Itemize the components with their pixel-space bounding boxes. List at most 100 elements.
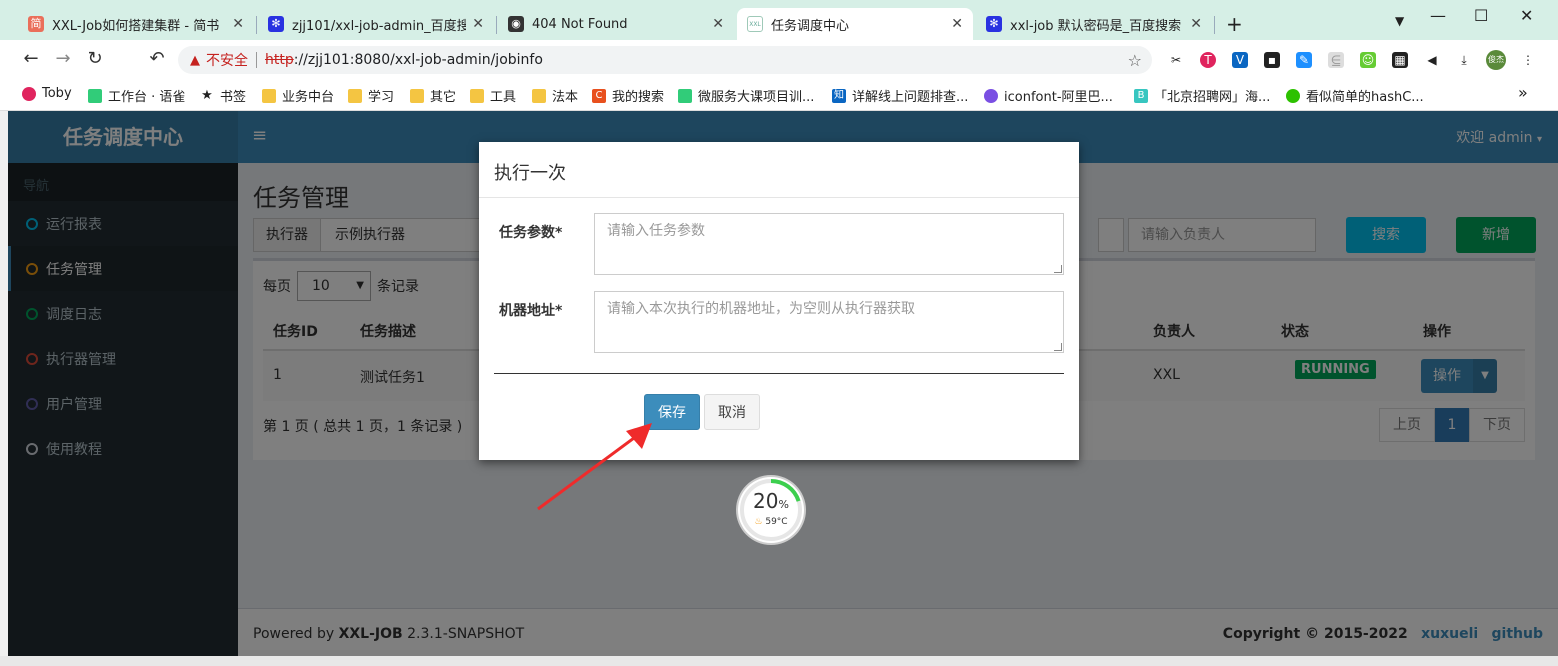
cpu-usage-widget[interactable]: 20% ♨ 59°C xyxy=(738,477,804,543)
bookmark-folder[interactable]: 法本 xyxy=(532,86,578,105)
browser-tab[interactable]: 简 XXL-Job如何搭建集群 - 简书 ✕ xyxy=(18,8,254,40)
bookmarks-more-button[interactable]: » xyxy=(1518,83,1528,102)
bookmark-label: 看似简单的hashC... xyxy=(1306,90,1424,105)
bookmark-label: iconfont-阿里巴... xyxy=(1004,90,1113,105)
extension-frog-icon[interactable]: ☺ xyxy=(1360,52,1376,68)
undo-icon[interactable]: ↶ xyxy=(146,48,168,70)
browser-tab[interactable]: ✻ xxl-job 默认密码是_百度搜索 ✕ xyxy=(976,8,1212,40)
extension-red-icon[interactable]: T xyxy=(1200,52,1216,68)
modal-title: 执行一次 xyxy=(494,163,566,184)
bookmark-item[interactable]: C 我的搜索 xyxy=(592,86,664,105)
download-icon[interactable]: ⤓ xyxy=(1456,52,1472,68)
gauge-percent: 20% xyxy=(738,489,804,513)
c-logo-icon: C xyxy=(592,88,606,103)
star-icon: ★ xyxy=(201,87,213,103)
bookmark-item[interactable]: Toby xyxy=(22,86,72,101)
task-param-textarea[interactable]: 请输入任务参数 xyxy=(594,213,1064,275)
bookmark-label: 微服务大课项目训... xyxy=(698,90,815,105)
tab-label: XXL-Job如何搭建集群 - 简书 xyxy=(52,18,220,34)
scissors-icon[interactable]: ✂ xyxy=(1168,52,1184,68)
close-tab-icon[interactable]: ✕ xyxy=(472,16,484,32)
cancel-button[interactable]: 取消 xyxy=(704,394,760,430)
browser-tab[interactable]: ◉ 404 Not Found ✕ xyxy=(498,8,734,40)
browser-menu-icon[interactable]: ⋮ xyxy=(1520,52,1536,68)
close-tab-icon[interactable]: ✕ xyxy=(1190,16,1202,32)
bookmark-label: 其它 xyxy=(430,90,457,105)
address-bar[interactable]: ▲ 不安全 http ://zjj101:8080/xxl-job-admin/… xyxy=(178,46,1152,74)
extension-dark-icon[interactable]: ▪ xyxy=(1264,52,1280,68)
close-tab-icon[interactable]: ✕ xyxy=(951,16,963,32)
bookmark-item[interactable]: 工作台 · 语雀 xyxy=(88,86,185,105)
extension-blue-icon[interactable]: ✎ xyxy=(1296,52,1312,68)
reload-icon[interactable]: ↻ xyxy=(84,48,106,70)
bookmark-folder[interactable]: 业务中台 xyxy=(262,86,334,105)
zhihu-icon: 知 xyxy=(832,88,846,103)
modal-divider xyxy=(494,373,1064,374)
extension-gray-icon[interactable]: ⋸ xyxy=(1328,52,1344,68)
maximize-button[interactable]: ☐ xyxy=(1474,6,1488,25)
bookmark-item[interactable]: 看似简单的hashC... xyxy=(1286,86,1424,105)
bookmark-label: 我的搜索 xyxy=(612,90,665,105)
bookmark-item[interactable]: iconfont-阿里巴... xyxy=(984,86,1113,105)
gauge-temperature: ♨ 59°C xyxy=(738,517,804,527)
address-placeholder: 请输入本次执行的机器地址，为空则从执行器获取 xyxy=(607,301,915,317)
baidu-paw-icon: ✻ xyxy=(268,16,284,32)
bookmark-label: 工具 xyxy=(490,90,517,105)
minimize-button[interactable]: — xyxy=(1430,6,1446,25)
bookmark-item[interactable]: 知详解线上问题排查... xyxy=(832,86,968,105)
bookmark-folder[interactable]: 其它 xyxy=(410,86,456,105)
baidu-paw-icon: ✻ xyxy=(986,16,1002,32)
profile-avatar[interactable]: 俊杰 xyxy=(1486,50,1506,70)
trigger-once-modal: 执行一次 任务参数* 请输入任务参数 机器地址* 请输入本次执行的机器地址，为空… xyxy=(479,142,1079,460)
taskbar-edge xyxy=(0,656,1558,666)
browser-tab-strip: 简 XXL-Job如何搭建集群 - 简书 ✕ ✻ zjj101/xxl-job-… xyxy=(0,0,1558,40)
resize-grip-icon[interactable] xyxy=(1054,343,1062,351)
resize-grip-icon[interactable] xyxy=(1054,265,1062,273)
address-label: 机器地址* xyxy=(499,303,563,319)
folder-icon xyxy=(348,88,362,103)
tab-label: 404 Not Found xyxy=(532,16,628,32)
bookmark-folder[interactable]: 工具 xyxy=(470,86,516,105)
yuque-icon xyxy=(678,88,692,103)
bookmark-label: 书签 xyxy=(220,90,247,105)
browser-tab[interactable]: ✻ zjj101/xxl-job-admin_百度搜 ✕ xyxy=(258,8,494,40)
close-tab-icon[interactable]: ✕ xyxy=(232,16,244,32)
close-window-button[interactable]: ✕ xyxy=(1520,6,1533,25)
screenshot-root: 简 XXL-Job如何搭建集群 - 简书 ✕ ✻ zjj101/xxl-job-… xyxy=(0,0,1558,666)
gauge-unit: % xyxy=(778,498,789,511)
bookmarks-bar: Toby 工作台 · 语雀 ★ 书签 业务中台 学习 其它 工具 法本 C 我的搜索… xyxy=(0,80,1558,111)
bookmark-label: Toby xyxy=(42,86,72,101)
tab-label: zjj101/xxl-job-admin_百度搜 xyxy=(292,18,467,34)
tab-search-chevron-icon[interactable]: ▼ xyxy=(1395,14,1404,28)
jianshu-icon: 简 xyxy=(28,16,44,32)
new-tab-button[interactable]: + xyxy=(1226,12,1243,36)
folder-icon xyxy=(262,88,276,103)
bookmark-item[interactable]: B 「北京招聘网」海... xyxy=(1134,86,1270,105)
forward-arrow-icon[interactable]: → xyxy=(52,48,74,70)
speaker-icon[interactable]: ◀ xyxy=(1424,52,1440,68)
bookmark-folder[interactable]: 学习 xyxy=(348,86,394,105)
bookmark-star-icon[interactable]: ☆ xyxy=(1128,51,1142,70)
bookmark-label: 业务中台 xyxy=(282,90,335,105)
left-edge-strip xyxy=(0,111,8,656)
bookmark-label: 详解线上问题排查... xyxy=(852,90,969,105)
address-textarea[interactable]: 请输入本次执行的机器地址，为空则从执行器获取 xyxy=(594,291,1064,353)
browser-tab-active[interactable]: XXL 任务调度中心 ✕ xyxy=(737,8,973,40)
bookmark-label: 工作台 · 语雀 xyxy=(108,90,186,105)
bookmark-item[interactable]: 微服务大课项目训... xyxy=(678,86,814,105)
close-tab-icon[interactable]: ✕ xyxy=(712,16,724,32)
bookmark-item[interactable]: ★ 书签 xyxy=(200,86,246,105)
extension-grid-icon[interactable]: ▦ xyxy=(1392,52,1408,68)
flame-icon: ♨ xyxy=(754,517,763,527)
address-divider xyxy=(256,52,257,68)
tab-label: xxl-job 默认密码是_百度搜索 xyxy=(1010,18,1182,34)
folder-icon xyxy=(532,88,546,103)
annotation-arrow-icon xyxy=(537,423,652,511)
toby-icon xyxy=(22,86,36,101)
task-param-label: 任务参数* xyxy=(499,225,563,241)
back-arrow-icon[interactable]: ← xyxy=(20,48,42,70)
extension-v-icon[interactable]: V xyxy=(1232,52,1248,68)
bookmark-label: 法本 xyxy=(552,90,579,105)
b-logo-icon: B xyxy=(1134,88,1148,103)
bookmark-label: 「北京招聘网」海... xyxy=(1154,90,1271,105)
